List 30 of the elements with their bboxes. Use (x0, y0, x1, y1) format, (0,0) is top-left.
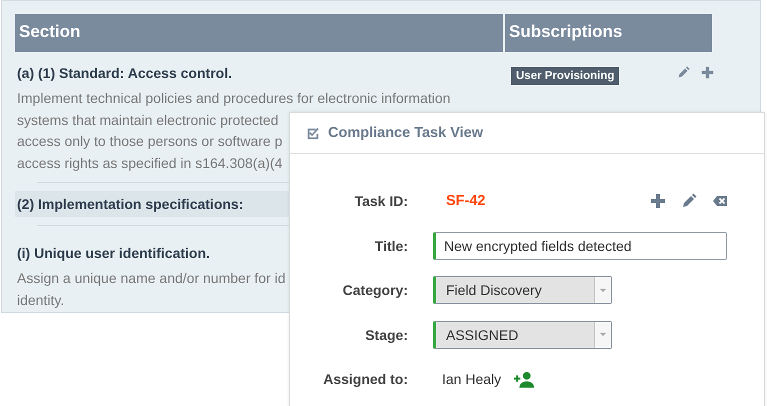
section-title: (i) Unique user identification. (17, 244, 210, 262)
add-icon[interactable] (701, 66, 714, 79)
description-line: access only to those persons or software p (17, 132, 282, 151)
field-label: Task ID: (354, 193, 408, 210)
column-header: Section (15, 14, 503, 52)
description-line: identity. (17, 290, 64, 310)
add-icon[interactable] (650, 193, 666, 210)
edit-icon[interactable] (681, 193, 697, 210)
description-line: Assign a unique name and/or number for id (17, 269, 286, 288)
description-line: Implement technical policies and procedures for electronic information (17, 89, 450, 108)
field-label: Category: (342, 282, 408, 298)
dialog-title: Compliance Task View (328, 125, 483, 141)
field-label: Stage: (364, 326, 408, 343)
assignee-name: Ian Healy (442, 371, 502, 388)
description-line: systems that maintain electronic protected (17, 110, 278, 130)
section-title: (a) (1) Standard: Access control. (17, 64, 232, 82)
edit-icon[interactable] (677, 66, 690, 79)
checkbox-icon (306, 126, 320, 140)
caret-icon (599, 288, 607, 293)
field-label: Assigned to: (322, 371, 408, 388)
column-header: Subscriptions (505, 14, 712, 52)
task-id: SF-42 (446, 193, 486, 210)
select-field[interactable]: Field Discovery (433, 276, 612, 304)
description-line: access rights as specified in s164.308(a)(4 (17, 154, 282, 173)
subscription-tag: User Provisioning (511, 67, 620, 85)
add-person-icon[interactable] (513, 370, 536, 388)
title-field[interactable]: New encrypted fields detected (433, 232, 727, 260)
field-label: Title: (374, 238, 408, 254)
select-field[interactable]: ASSIGNED (433, 320, 612, 349)
caret-icon (599, 332, 607, 338)
